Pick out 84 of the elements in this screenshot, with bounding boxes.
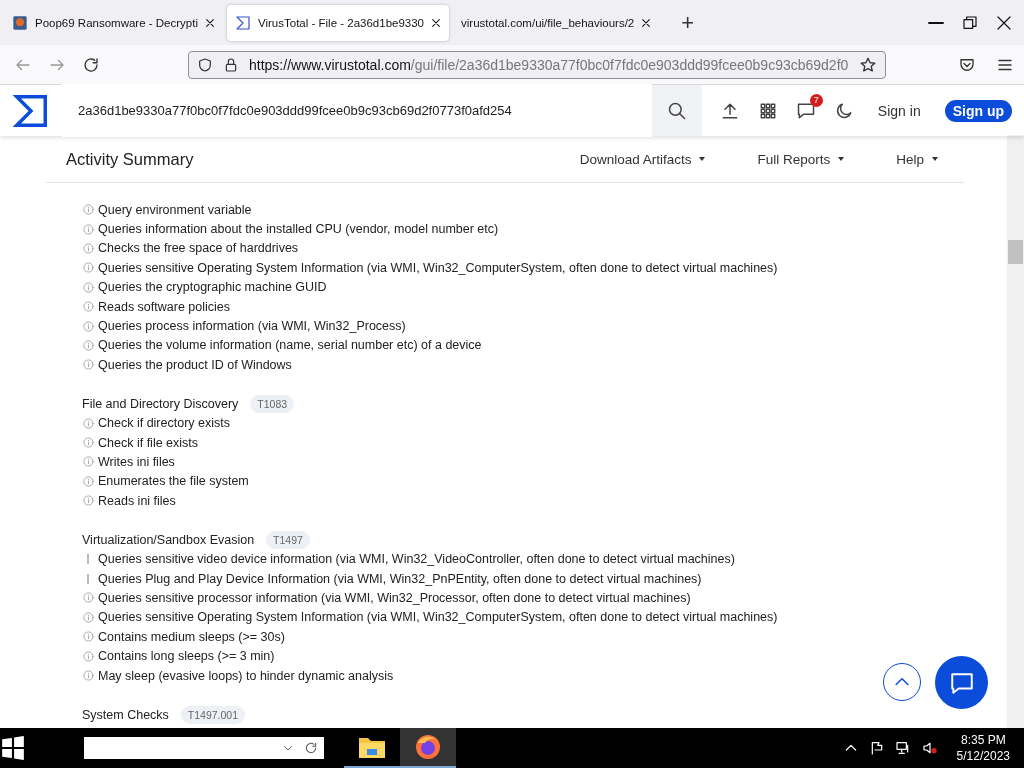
info-icon xyxy=(82,631,94,643)
behaviour-text: Queries sensitive Operating System Information (via WMI, Win32_ComputerSystem, often done to detect virtual machines) xyxy=(98,610,778,625)
behaviour-text: Queries information about the installed CPU (vendor, model number etc) xyxy=(98,222,499,237)
browser-tab[interactable]: Poop69 Ransomware - Decrypti xyxy=(4,4,223,41)
info-icon xyxy=(82,204,94,216)
network-icon xyxy=(894,740,911,756)
info-icon xyxy=(82,262,94,274)
search-icon xyxy=(666,100,687,121)
info-icon xyxy=(82,320,94,332)
behaviour-text: Enumerates the file system xyxy=(98,474,249,489)
behaviour-text: Queries sensitive processor information (via WMI, Win32_Processor, often done to detect virtual machines) xyxy=(98,590,691,605)
behaviour-text: Queries the product ID of Windows xyxy=(98,357,292,372)
behaviour-text: Queries Plug and Play Device Information (via WMI, Win32_PnPEntity, often done to detect virtual machines) xyxy=(98,571,702,586)
behaviour-text: Check if file exists xyxy=(98,435,199,450)
taskbar-search-field[interactable] xyxy=(84,737,324,759)
firefox-taskbar-icon[interactable] xyxy=(400,728,456,768)
dropdown-menu[interactable]: Download Artifacts xyxy=(573,150,712,168)
taskbar-date: 5/12/2023 xyxy=(956,748,1010,764)
scrollbar-thumb[interactable] xyxy=(1008,240,1023,264)
info-icon xyxy=(82,359,94,371)
browser-tab[interactable]: virustotal.com/ui/file_behaviours/2 xyxy=(453,4,660,41)
info-icon xyxy=(82,611,94,623)
taskbar-time: 8:35 PM xyxy=(959,732,1007,748)
behaviour-text: Check if directory exists xyxy=(98,416,230,431)
windows-icon xyxy=(0,735,26,761)
info-icon xyxy=(82,475,94,487)
info-icon xyxy=(82,650,94,662)
restore-icon xyxy=(962,14,978,31)
info-icon xyxy=(82,281,94,293)
chat-button[interactable] xyxy=(935,656,988,709)
sigma-logo-icon xyxy=(235,14,251,31)
info-icon xyxy=(82,495,94,507)
info-icon xyxy=(82,339,94,351)
search-button[interactable] xyxy=(651,85,702,136)
info-icon xyxy=(82,456,94,468)
reload-icon xyxy=(82,55,100,74)
behaviour-text: Reads ini files xyxy=(98,493,176,508)
info-icon xyxy=(82,592,94,604)
info-icon xyxy=(82,223,94,235)
star-icon xyxy=(859,55,877,74)
category-heading: Virtualization/Sandbox Evasion xyxy=(82,532,255,547)
search-field[interactable]: 2a36d1be9330a77f0bc0f7fdc0e903ddd99fcee0b9c93cb69d2f0773f0afd254 xyxy=(62,84,652,137)
browser-tab[interactable]: VirusTotal - File - 2a36d1be9330 xyxy=(227,4,449,41)
behaviour-text: Queries sensitive video device information (via WMI, Win32_VideoController, often done to detect virtual machines) xyxy=(98,552,735,567)
sign-up-button[interactable]: Sign up xyxy=(944,99,1012,122)
close-icon xyxy=(996,14,1012,31)
behaviour-text: Query environment variable xyxy=(98,202,252,217)
dropdown-menu[interactable]: Full Reports xyxy=(751,150,851,168)
site-icon xyxy=(12,14,28,31)
info-icon xyxy=(82,242,94,254)
minimize-icon xyxy=(928,21,944,24)
behaviour-text: Contains long sleeps (>= 3 min) xyxy=(98,649,275,664)
info-icon xyxy=(82,670,94,681)
muted-speaker-icon xyxy=(920,740,939,756)
info-icon xyxy=(82,301,94,313)
behaviour-text: Writes ini files xyxy=(98,455,175,469)
category-heading: System Checks xyxy=(82,707,169,722)
dropdown-menu[interactable]: Help xyxy=(890,150,944,168)
behaviour-text: Queries sensitive Operating System Information (via WMI, Win32_ComputerSystem, often done to detect virtual machines) xyxy=(98,260,778,275)
technique-tag: T1497 xyxy=(266,530,310,549)
close-icon xyxy=(431,17,441,28)
close-icon xyxy=(205,17,215,28)
shield-icon xyxy=(197,56,213,73)
notification-badge: 7 xyxy=(809,93,823,107)
behaviour-text: Reads software policies xyxy=(98,299,230,314)
reload-icon xyxy=(304,741,318,755)
section-title: Activity Summary xyxy=(66,149,195,169)
category-heading: File and Directory Discovery xyxy=(82,397,239,411)
technique-tag: T1083 xyxy=(250,395,295,413)
info-icon xyxy=(82,437,94,449)
new-tab-button[interactable]: + xyxy=(675,9,701,36)
info-icon xyxy=(82,417,94,429)
sign-in-link[interactable]: Sign in xyxy=(871,101,927,120)
lock-icon xyxy=(223,56,239,73)
behaviour-text: Queries process information (via WMI, Win32_Process) xyxy=(98,319,406,334)
scroll-top-button[interactable] xyxy=(883,663,921,701)
close-icon xyxy=(641,17,652,28)
behaviour-text: Checks the free space of harddrives xyxy=(98,241,299,256)
behaviour-text: Contains medium sleeps (>= 30s) xyxy=(98,629,285,644)
address-bar[interactable]: https://www.virustotal.com/gui/file/2a36d1be9330a77f0bc0f7fdc0e903ddd99fcee0b9c93cb69d2f0 xyxy=(188,50,886,79)
behaviour-text: Queries the cryptographic machine GUID xyxy=(98,280,327,295)
behaviour-text: Queries the volume information (name, serial number etc) of a device xyxy=(98,338,482,353)
behaviour-text: May sleep (evasive loops) to hinder dynamic analysis xyxy=(98,668,394,683)
technique-tag: T1497.001 xyxy=(180,705,246,724)
